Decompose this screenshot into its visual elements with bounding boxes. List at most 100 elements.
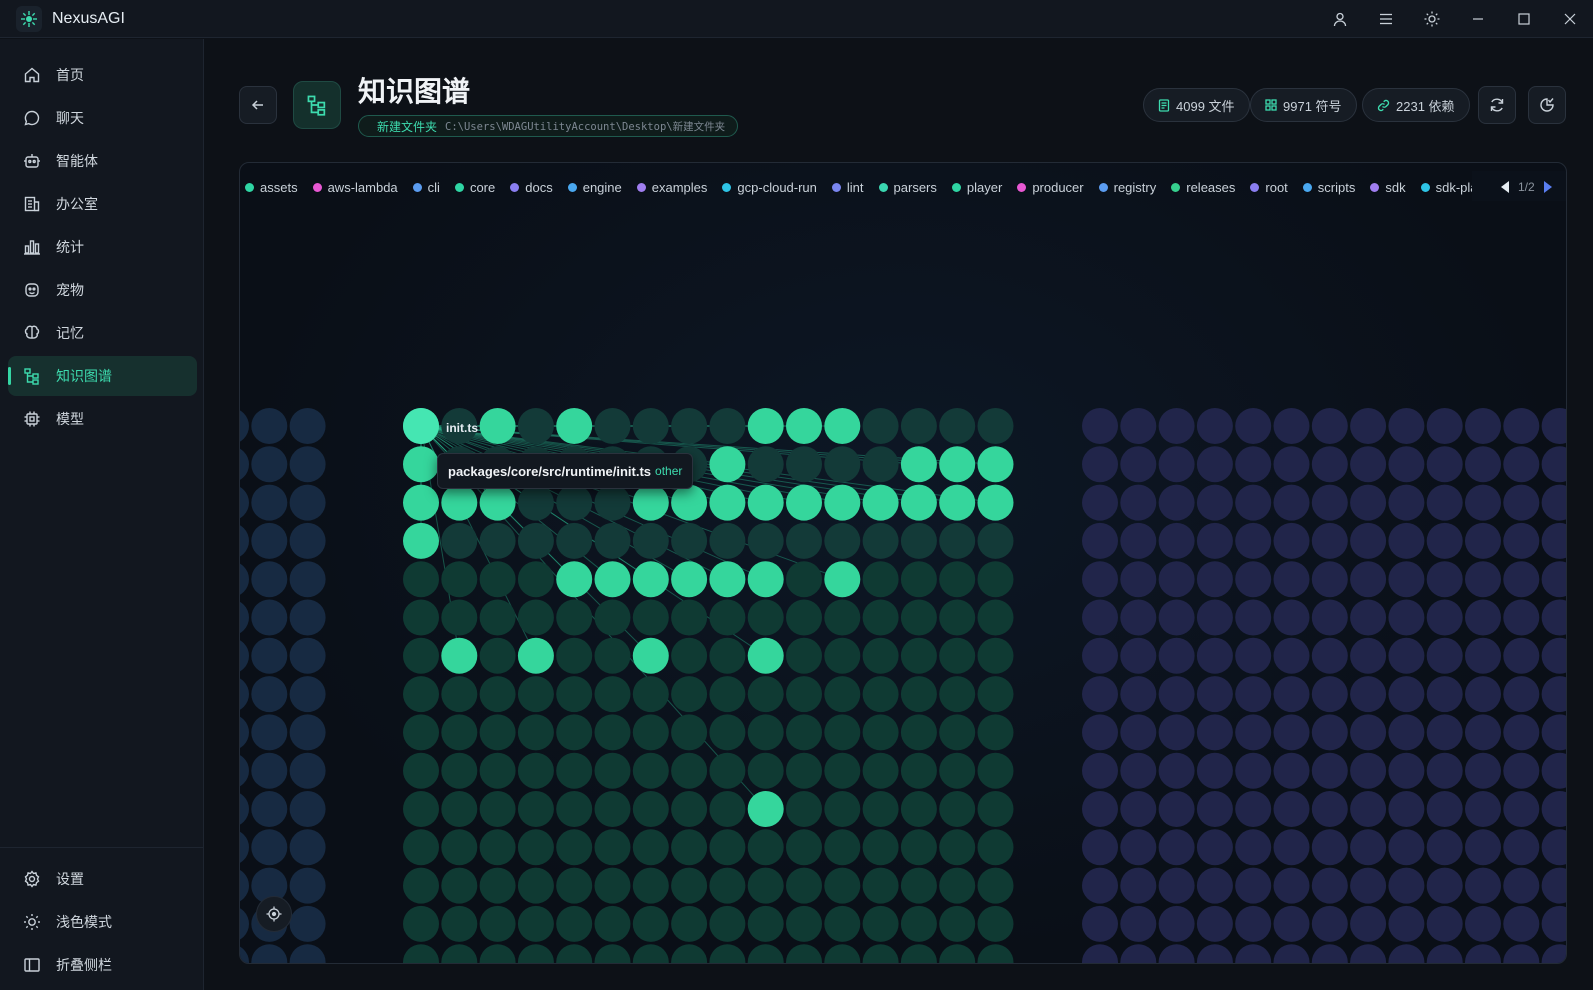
graph-node[interactable]	[824, 599, 861, 636]
legend-item[interactable]: root	[1250, 180, 1288, 195]
graph-node[interactable]	[709, 408, 746, 444]
graph-node-highlighted[interactable]	[632, 561, 669, 598]
graph-node[interactable]	[517, 484, 554, 521]
graph-node[interactable]	[939, 791, 976, 827]
graph-node[interactable]	[1196, 599, 1233, 636]
graph-node[interactable]	[1235, 791, 1272, 827]
graph-node[interactable]	[556, 522, 593, 559]
graph-node[interactable]	[517, 752, 554, 789]
graph-node[interactable]	[1388, 408, 1425, 444]
graph-node[interactable]	[1082, 676, 1118, 713]
graph-node[interactable]	[1120, 446, 1157, 483]
graph-node-highlighted[interactable]	[862, 484, 899, 521]
graph-node[interactable]	[1388, 676, 1425, 713]
graph-node[interactable]	[289, 561, 326, 598]
graph-node-highlighted[interactable]	[709, 484, 746, 521]
graph-node[interactable]	[747, 714, 784, 751]
graph-node[interactable]	[403, 637, 439, 674]
sidebar-item-home[interactable]: 首页	[8, 55, 197, 95]
graph-node[interactable]	[251, 791, 288, 827]
graph-node[interactable]	[824, 867, 861, 904]
graph-node[interactable]	[1196, 867, 1233, 904]
graph-node[interactable]	[786, 714, 822, 751]
graph-node[interactable]	[1465, 829, 1501, 866]
graph-node[interactable]	[671, 752, 708, 789]
graph-node[interactable]	[403, 867, 439, 904]
graph-node[interactable]	[786, 637, 822, 674]
graph-node-highlighted[interactable]	[709, 446, 746, 483]
graph-node[interactable]	[1426, 522, 1463, 559]
graph-node[interactable]	[939, 522, 976, 559]
graph-node-hovered[interactable]	[403, 408, 439, 444]
graph-node[interactable]	[1503, 599, 1540, 636]
graph-node[interactable]	[1350, 561, 1387, 598]
sidebar-item-models[interactable]: 模型	[8, 399, 197, 439]
graph-node[interactable]	[632, 944, 669, 964]
graph-node[interactable]	[251, 599, 288, 636]
graph-node[interactable]	[1273, 829, 1310, 866]
graph-node[interactable]	[824, 944, 861, 964]
graph-node[interactable]	[517, 791, 554, 827]
graph-node[interactable]	[556, 676, 593, 713]
graph-node[interactable]	[403, 944, 439, 964]
legend-item[interactable]: scripts	[1302, 180, 1355, 195]
graph-node[interactable]	[1082, 944, 1118, 964]
sidebar-item-light-mode[interactable]: 浅色模式	[8, 902, 197, 942]
graph-node[interactable]	[289, 637, 326, 674]
graph-node[interactable]	[1465, 446, 1501, 483]
graph-node[interactable]	[1082, 752, 1118, 789]
graph-node[interactable]	[1158, 522, 1195, 559]
graph-node[interactable]	[289, 408, 326, 444]
graph-node[interactable]	[1426, 791, 1463, 827]
graph-node-highlighted[interactable]	[403, 484, 439, 521]
graph-node[interactable]	[862, 905, 899, 942]
graph-node[interactable]	[1350, 637, 1387, 674]
graph-node-highlighted[interactable]	[977, 484, 1014, 521]
graph-node[interactable]	[632, 522, 669, 559]
graph-node[interactable]	[1158, 484, 1195, 521]
graph-node[interactable]	[517, 829, 554, 866]
graph-node[interactable]	[900, 714, 937, 751]
graph-node[interactable]	[1503, 676, 1540, 713]
graph-node[interactable]	[671, 676, 708, 713]
graph-node[interactable]	[939, 829, 976, 866]
graph-node[interactable]	[1235, 829, 1272, 866]
graph-node[interactable]	[1465, 522, 1501, 559]
graph-node[interactable]	[251, 446, 288, 483]
legend-item[interactable]: releases	[1171, 180, 1235, 195]
graph-node[interactable]	[824, 752, 861, 789]
graph-node[interactable]	[289, 676, 326, 713]
graph-node[interactable]	[1465, 714, 1501, 751]
graph-node[interactable]	[479, 599, 516, 636]
graph-node[interactable]	[862, 522, 899, 559]
graph-node[interactable]	[240, 829, 249, 865]
graph-node[interactable]	[939, 905, 976, 942]
graph-node[interactable]	[747, 446, 784, 483]
graph-node[interactable]	[1273, 752, 1310, 789]
graph-node[interactable]	[1235, 676, 1272, 713]
graph-node[interactable]	[1541, 522, 1567, 559]
graph-node-highlighted[interactable]	[747, 561, 784, 598]
graph-node[interactable]	[1503, 714, 1540, 751]
graph-node[interactable]	[977, 829, 1014, 866]
graph-node[interactable]	[1273, 676, 1310, 713]
graph-node[interactable]	[1388, 829, 1425, 866]
legend-item[interactable]: examples	[636, 180, 707, 195]
graph-node[interactable]	[479, 714, 516, 751]
graph-node[interactable]	[1350, 829, 1387, 866]
graph-node[interactable]	[977, 791, 1014, 827]
graph-node[interactable]	[824, 522, 861, 559]
graph-node[interactable]	[1235, 905, 1272, 942]
graph-node[interactable]	[289, 446, 326, 483]
graph-canvas[interactable]: assets aws-lambda cli core docs engine example…	[239, 162, 1567, 964]
graph-node-highlighted[interactable]	[479, 484, 516, 521]
graph-node[interactable]	[479, 637, 516, 674]
graph-node[interactable]	[1120, 944, 1157, 964]
graph-node[interactable]	[1465, 408, 1501, 444]
graph-node[interactable]	[747, 905, 784, 942]
graph-node[interactable]	[1388, 867, 1425, 904]
graph-node[interactable]	[862, 829, 899, 866]
graph-node[interactable]	[1235, 944, 1272, 964]
graph-node[interactable]	[1350, 905, 1387, 942]
graph-node[interactable]	[632, 905, 669, 942]
